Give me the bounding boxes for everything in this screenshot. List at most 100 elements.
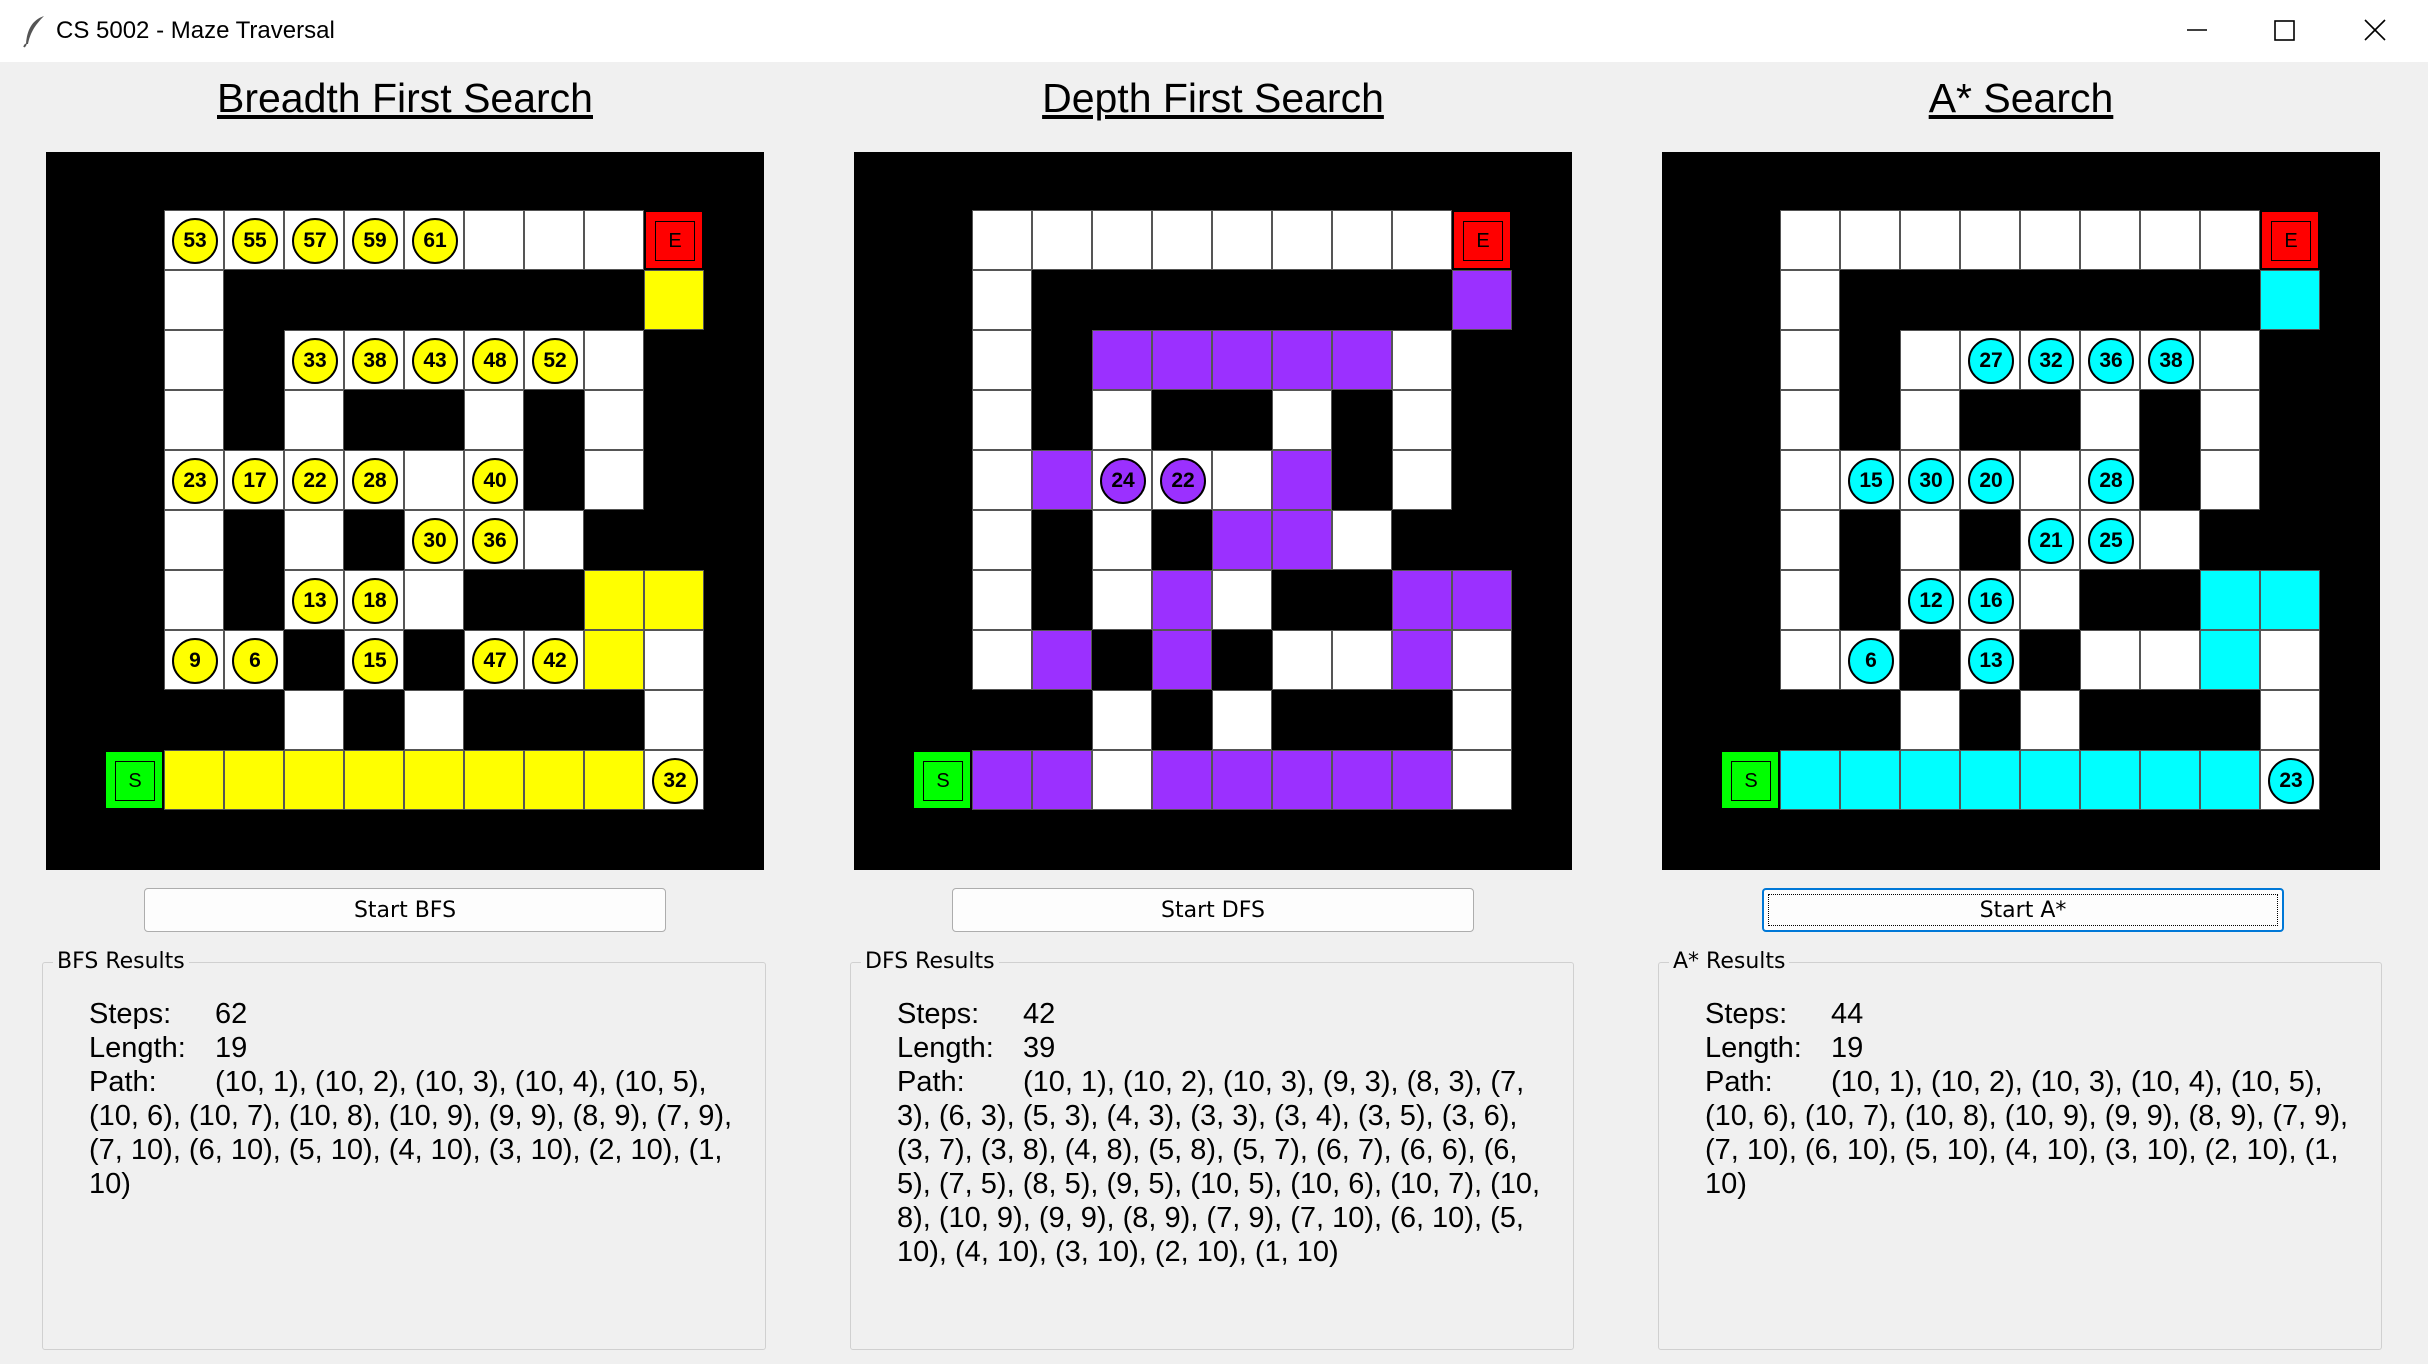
maze-cell: 59 [344, 210, 404, 270]
visit-order-marker: 21 [2028, 518, 2074, 564]
maze-cell [1780, 330, 1840, 390]
astar-path-label: Path: [1705, 1066, 1773, 1098]
maze-cell [2020, 450, 2080, 510]
visit-order-marker: 20 [1968, 458, 2014, 504]
bfs-title: Breadth First Search [217, 75, 593, 121]
bfs-steps-value: 62 [215, 998, 248, 1030]
visit-order-marker: 18 [352, 578, 398, 624]
maze-cell [2140, 210, 2200, 270]
path-cell [224, 750, 284, 810]
maze-cell [2020, 570, 2080, 630]
path-cell [2200, 750, 2260, 810]
maze-cell: 24 [1092, 450, 1152, 510]
maze-cell [1840, 210, 1900, 270]
maze-cell: 38 [2140, 330, 2200, 390]
dfs-path-label: Path: [897, 1066, 965, 1098]
path-cell [1452, 570, 1512, 630]
maximize-button[interactable] [2238, 0, 2330, 62]
maze-cell [2020, 690, 2080, 750]
maze-cell [464, 390, 524, 450]
astar-results-label: A* Results [1669, 949, 1790, 974]
start-cell: S [1720, 750, 1780, 810]
maze-cell [1780, 450, 1840, 510]
path-cell [1032, 450, 1092, 510]
maze-cell [524, 210, 584, 270]
maze-cell [1780, 630, 1840, 690]
visit-order-marker: 61 [412, 218, 458, 264]
visit-order-marker: 23 [2268, 758, 2314, 804]
path-cell [1032, 750, 1092, 810]
maze-cell [1092, 690, 1152, 750]
close-button[interactable] [2330, 0, 2422, 62]
maze-cell [1900, 690, 1960, 750]
visit-order-marker: 22 [292, 458, 338, 504]
visit-order-marker: 28 [352, 458, 398, 504]
maze-cell [1900, 510, 1960, 570]
path-cell [1452, 270, 1512, 330]
maze-cell: 28 [2080, 450, 2140, 510]
start-bfs-button[interactable]: Start BFS [144, 888, 666, 932]
maze-cell: 38 [344, 330, 404, 390]
maze-cell [284, 690, 344, 750]
start-label: S [115, 761, 155, 801]
path-cell [2020, 750, 2080, 810]
path-cell [1780, 750, 1840, 810]
maze-cell [1780, 210, 1840, 270]
maximize-icon [2274, 20, 2295, 41]
maze-cell [1392, 330, 1452, 390]
maze-cell [1452, 630, 1512, 690]
visit-order-marker: 16 [1968, 578, 2014, 624]
maze-cell [1332, 510, 1392, 570]
path-cell [1332, 750, 1392, 810]
dfs-maze-canvas: E 24 22 S [854, 152, 1572, 870]
maze-cell: 16 [1960, 570, 2020, 630]
maze-cell: 33 [284, 330, 344, 390]
maze-cell [1900, 390, 1960, 450]
start-dfs-button[interactable]: Start DFS [952, 888, 1474, 932]
maze-cell [164, 510, 224, 570]
maze-cell [1212, 450, 1272, 510]
path-cell [1392, 570, 1452, 630]
visit-order-marker: 47 [472, 638, 518, 684]
maze-cell [584, 450, 644, 510]
path-cell [2200, 570, 2260, 630]
maze-cell [1780, 570, 1840, 630]
visit-order-marker: 32 [652, 758, 698, 804]
path-cell [464, 750, 524, 810]
dfs-steps-label: Steps: [897, 998, 980, 1030]
maze-cell: 32 [2020, 330, 2080, 390]
visit-order-marker: 55 [232, 218, 278, 264]
maze-cell: 22 [284, 450, 344, 510]
maze-cell: 32 [644, 750, 704, 810]
path-cell [1212, 750, 1272, 810]
end-label: E [2271, 221, 2311, 261]
astar-length-label: Length: [1705, 1032, 1802, 1064]
maze-cell: 52 [524, 330, 584, 390]
bfs-length-value: 19 [215, 1032, 248, 1064]
maze-cell: 23 [2260, 750, 2320, 810]
visit-order-marker: 24 [1100, 458, 1146, 504]
maze-cell [164, 390, 224, 450]
end-cell: E [1452, 210, 1512, 270]
minimize-button[interactable] [2150, 0, 2242, 62]
maze-cell [2200, 210, 2260, 270]
start-label: S [1731, 761, 1771, 801]
visit-order-marker: 6 [232, 638, 278, 684]
visit-order-marker: 52 [532, 338, 578, 384]
start-astar-button[interactable]: Start A* [1762, 888, 2284, 932]
maze-cell [1092, 750, 1152, 810]
maze-cell [1092, 570, 1152, 630]
visit-order-marker: 25 [2088, 518, 2134, 564]
visit-order-marker: 57 [292, 218, 338, 264]
maze-cell [404, 450, 464, 510]
path-cell [2260, 570, 2320, 630]
title-bar: CS 5002 - Maze Traversal [0, 0, 2428, 62]
visit-order-marker: 23 [172, 458, 218, 504]
maze-cell [972, 510, 1032, 570]
start-label: S [923, 761, 963, 801]
maze-cell [1780, 510, 1840, 570]
astar-steps-label: Steps: [1705, 998, 1788, 1030]
path-cell [1272, 450, 1332, 510]
dfs-results-group: DFS Results Steps: 42 Length: 39 Path: (10,… [850, 949, 1574, 1350]
maze-cell [1452, 690, 1512, 750]
